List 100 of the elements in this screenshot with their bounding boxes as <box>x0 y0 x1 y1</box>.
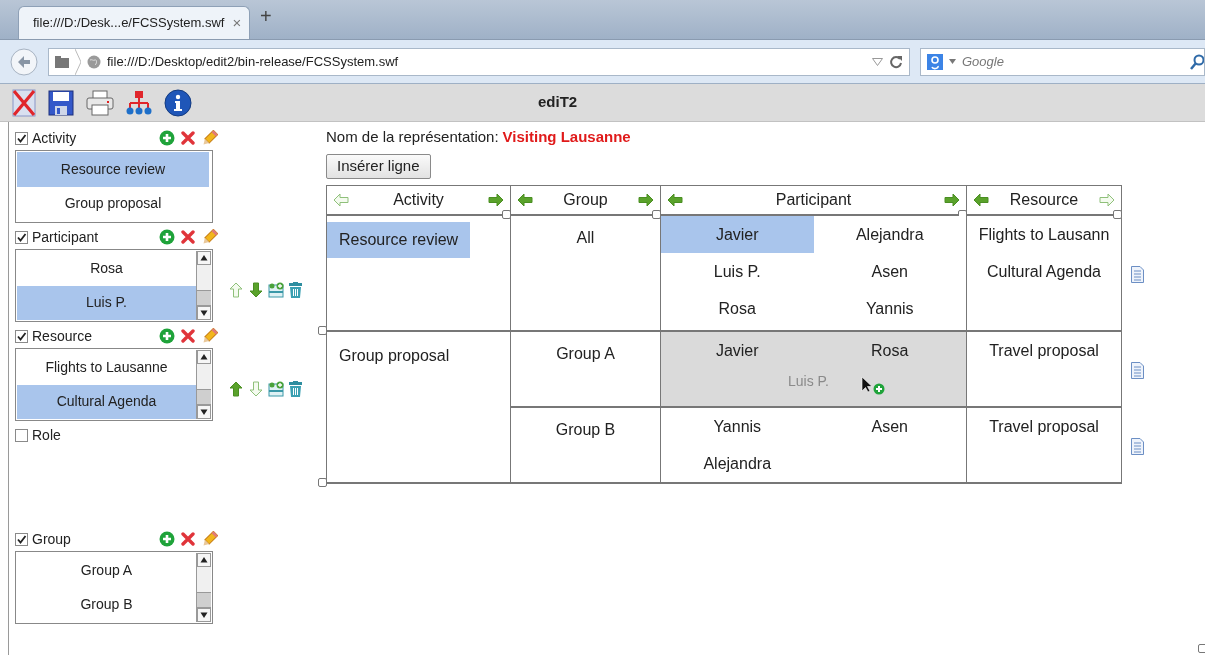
add-picture-icon[interactable] <box>268 281 285 298</box>
activity-item[interactable]: Resource review <box>327 222 471 258</box>
participant-item[interactable]: Javier <box>661 332 814 369</box>
print-icon[interactable] <box>86 89 114 116</box>
close-document-icon[interactable] <box>12 88 36 117</box>
resize-handle[interactable] <box>318 478 327 487</box>
trash-icon[interactable] <box>289 380 302 397</box>
address-bar[interactable]: file:///D:/Desktop/edit2/bin-release/FCSSystem.swf <box>48 47 910 76</box>
participant-item[interactable]: Alejandra <box>661 445 814 482</box>
resource-item[interactable]: Cultural Agenda <box>967 253 1121 290</box>
participant-item[interactable]: Rosa <box>661 290 814 327</box>
close-button[interactable]: × <box>232 11 242 35</box>
delete-icon[interactable] <box>181 230 195 244</box>
checkbox[interactable] <box>15 131 28 145</box>
participant-item[interactable]: Yannis <box>661 408 814 445</box>
scroll-down-icon[interactable] <box>197 608 211 622</box>
document-icon[interactable] <box>1130 361 1144 379</box>
right-arrow-icon[interactable] <box>1099 192 1115 208</box>
left-arrow-icon[interactable] <box>333 192 349 208</box>
scroll-up-icon[interactable] <box>197 251 211 265</box>
panel-label: Resource <box>32 326 93 346</box>
panel-label: Participant <box>32 227 100 247</box>
left-arrow-icon[interactable] <box>517 192 533 208</box>
participant-item[interactable]: Rosa <box>813 332 966 369</box>
checkbox[interactable] <box>15 428 28 442</box>
checkbox[interactable] <box>15 230 28 244</box>
search-icon[interactable] <box>1190 53 1204 70</box>
right-arrow-icon[interactable] <box>944 192 960 208</box>
browser-tab[interactable]: file:///D:/Desk...e/FCSSystem.swf × <box>18 6 250 39</box>
right-arrow-icon[interactable] <box>638 192 654 208</box>
participant-item[interactable]: Javier <box>661 216 814 253</box>
down-arrow-icon[interactable] <box>248 281 264 298</box>
trash-icon[interactable] <box>289 281 302 298</box>
search-bar[interactable]: Google <box>920 47 1205 76</box>
info-icon[interactable] <box>164 88 192 117</box>
delete-icon[interactable] <box>181 131 195 145</box>
scroll-up-icon[interactable] <box>197 350 211 364</box>
chevron-icon <box>75 48 81 75</box>
checkbox[interactable] <box>15 532 28 546</box>
new-tab-button[interactable]: + <box>260 1 272 39</box>
checkbox[interactable] <box>15 329 28 343</box>
add-icon[interactable] <box>159 229 175 245</box>
back-button-icon[interactable] <box>10 47 38 76</box>
scroll-thumb[interactable] <box>197 389 211 405</box>
add-icon[interactable] <box>159 531 175 547</box>
column-title: Group <box>562 190 609 210</box>
scroll-thumb[interactable] <box>197 290 211 306</box>
participant-item[interactable]: Asen <box>813 408 966 445</box>
panel-label: Group <box>32 529 72 549</box>
group-name: All <box>576 228 595 248</box>
folder-icon[interactable] <box>55 55 69 68</box>
panel-label: Role <box>32 425 62 445</box>
resource-item[interactable]: Travel proposal <box>967 408 1121 445</box>
scroll-down-icon[interactable] <box>197 306 211 320</box>
scrollbar[interactable] <box>196 553 211 622</box>
scrollbar[interactable] <box>196 251 211 320</box>
resource-item[interactable]: Travel proposal <box>967 332 1121 369</box>
add-icon[interactable] <box>159 130 175 146</box>
group-name: Group A <box>556 344 615 364</box>
column-title: Participant <box>774 190 853 210</box>
down-arrow-icon[interactable] <box>248 380 264 397</box>
document-icon[interactable] <box>1130 265 1144 283</box>
resource-item[interactable]: Flights to Lausann <box>967 216 1121 253</box>
resize-handle[interactable] <box>1198 644 1205 653</box>
left-arrow-icon[interactable] <box>667 192 683 208</box>
scroll-up-icon[interactable] <box>197 553 211 567</box>
resize-handle[interactable] <box>318 326 327 335</box>
list-item[interactable]: Resource review <box>17 152 209 187</box>
url-text: file:///D:/Desktop/edit2/bin-release/FCSSystem.swf <box>107 52 400 71</box>
delete-icon[interactable] <box>181 532 195 546</box>
up-arrow-icon[interactable] <box>228 380 244 397</box>
activity-item[interactable]: Group proposal <box>327 338 462 374</box>
tab-title: file:///D:/Desk...e/FCSSystem.swf <box>33 14 225 33</box>
list-item[interactable]: Cultural Agenda <box>17 384 196 419</box>
search-engine-icon[interactable] <box>927 53 943 70</box>
participant-item[interactable]: Luis P. <box>661 253 814 290</box>
right-arrow-icon[interactable] <box>488 192 504 208</box>
caret-icon[interactable] <box>949 59 956 64</box>
search-field[interactable]: Google <box>962 51 1184 72</box>
drag-label: Luis P. <box>788 372 829 391</box>
representation-label: Nom de la représentation: <box>326 127 499 147</box>
up-arrow-icon[interactable] <box>228 281 244 298</box>
scroll-down-icon[interactable] <box>197 405 211 419</box>
resize-handle[interactable] <box>1113 210 1122 219</box>
document-icon[interactable] <box>1130 437 1144 455</box>
scroll-thumb[interactable] <box>197 592 211 608</box>
participant-item[interactable]: Alejandra <box>813 216 966 253</box>
reload-icon[interactable] <box>889 54 903 69</box>
add-picture-icon[interactable] <box>268 380 285 397</box>
list-item[interactable]: Luis P. <box>17 285 196 320</box>
insert-row-button[interactable]: Insérer ligne <box>326 154 431 179</box>
hierarchy-icon[interactable] <box>126 89 152 116</box>
participant-item[interactable]: Asen <box>813 253 966 290</box>
scrollbar[interactable] <box>196 350 211 419</box>
save-icon[interactable] <box>48 89 74 116</box>
left-arrow-icon[interactable] <box>973 192 989 208</box>
delete-icon[interactable] <box>181 329 195 343</box>
participant-item[interactable]: Yannis <box>813 290 966 327</box>
dropdown-icon[interactable] <box>872 57 883 66</box>
add-icon[interactable] <box>159 328 175 344</box>
